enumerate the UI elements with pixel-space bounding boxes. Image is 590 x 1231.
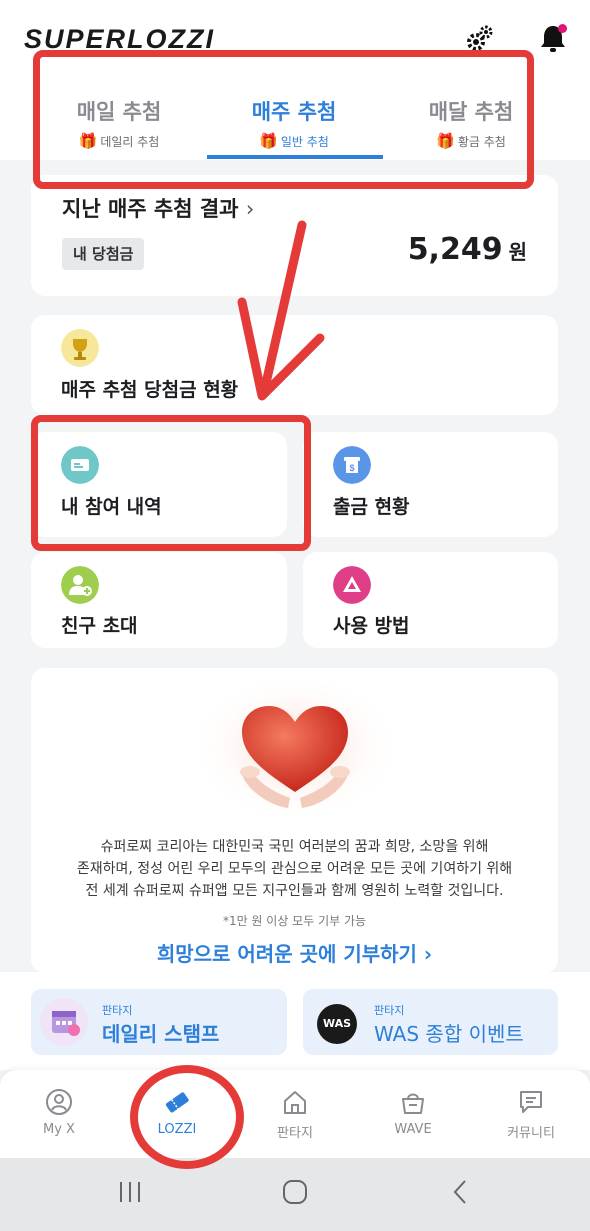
recent-apps-icon[interactable]	[116, 1180, 144, 1204]
winnings-amount: 5,249 원	[407, 232, 527, 267]
tab-monthly-sub: 황금 추첨	[457, 135, 506, 149]
basket-icon	[402, 1093, 424, 1114]
calendar-icon	[40, 998, 88, 1046]
daily-stamp-title: 데일리 스탬프	[102, 1022, 220, 1046]
tab-underline	[207, 155, 383, 159]
my-winnings-label: 내 당첨금	[62, 238, 145, 270]
triangle-icon	[333, 566, 371, 604]
ticket-icon	[61, 446, 99, 484]
daily-stamp-category: 판타지	[102, 1004, 133, 1017]
gift-icon: 🎁	[78, 132, 98, 150]
notification-dot	[558, 24, 567, 33]
app-logo: SUPERLOZZI	[24, 24, 216, 54]
donate-link[interactable]: 희망으로 어려운 곳에 기부하기 ›	[31, 938, 558, 967]
heart-hands-image	[190, 680, 400, 830]
svg-text:$: $	[349, 463, 354, 473]
chevron-right-icon: ›	[245, 197, 255, 221]
gift-icon: 🎁	[259, 132, 278, 150]
atm-icon: $	[333, 446, 371, 484]
donation-note: *1만 원 이상 모두 기부 가능	[222, 914, 367, 928]
add-friend-icon	[61, 566, 99, 604]
tab-daily-sub: 데일리 추첨	[100, 135, 160, 149]
tab-monthly[interactable]: 매달 추첨 🎁 황금 추첨	[396, 96, 546, 150]
gift-icon: 🎁	[436, 132, 455, 150]
home-button-icon[interactable]	[282, 1179, 308, 1205]
red-circle	[130, 1065, 244, 1169]
back-icon[interactable]	[450, 1178, 470, 1206]
winnings-status-label: 매주 추첨 당첨금 현황	[61, 379, 239, 401]
gear-icon[interactable]	[464, 24, 494, 54]
was-event-category: 판타지	[374, 1004, 405, 1017]
chat-icon	[520, 1091, 542, 1113]
nav-my-x[interactable]: My X	[0, 1088, 118, 1137]
tab-weekly[interactable]: 매주 추첨 🎁 일반 추첨	[219, 96, 369, 150]
was-event-title: WAS 종합 이벤트	[374, 1022, 524, 1046]
tab-weekly-label: 매주 추첨	[251, 100, 337, 124]
tab-daily[interactable]: 매일 추첨 🎁 데일리 추첨	[44, 96, 194, 150]
tab-weekly-sub: 일반 추첨	[280, 135, 329, 149]
donation-description: 슈퍼로찌 코리아는 대한민국 국민 여러분의 꿈과 희망, 소망을 위해 존재하…	[76, 839, 513, 899]
withdraw-status-label: 출금 현황	[333, 496, 410, 518]
nav-fantasy[interactable]: 판타지	[236, 1088, 354, 1141]
result-title[interactable]: 지난 매주 추첨 결과 ›	[62, 193, 254, 223]
invite-friend-label: 친구 초대	[61, 615, 138, 637]
user-circle-icon	[46, 1089, 72, 1115]
red-arrow	[237, 220, 325, 401]
nav-community[interactable]: 커뮤니티	[472, 1088, 590, 1141]
my-participation-label: 내 참여 내역	[61, 496, 162, 518]
nav-wave[interactable]: WAVE	[354, 1088, 472, 1137]
tab-monthly-label: 매달 추첨	[428, 100, 514, 124]
was-badge: WAS	[317, 1004, 357, 1044]
trophy-icon	[61, 329, 99, 367]
tab-daily-label: 매일 추첨	[76, 100, 162, 124]
home-icon	[284, 1091, 306, 1114]
how-to-use-label: 사용 방법	[333, 615, 410, 637]
